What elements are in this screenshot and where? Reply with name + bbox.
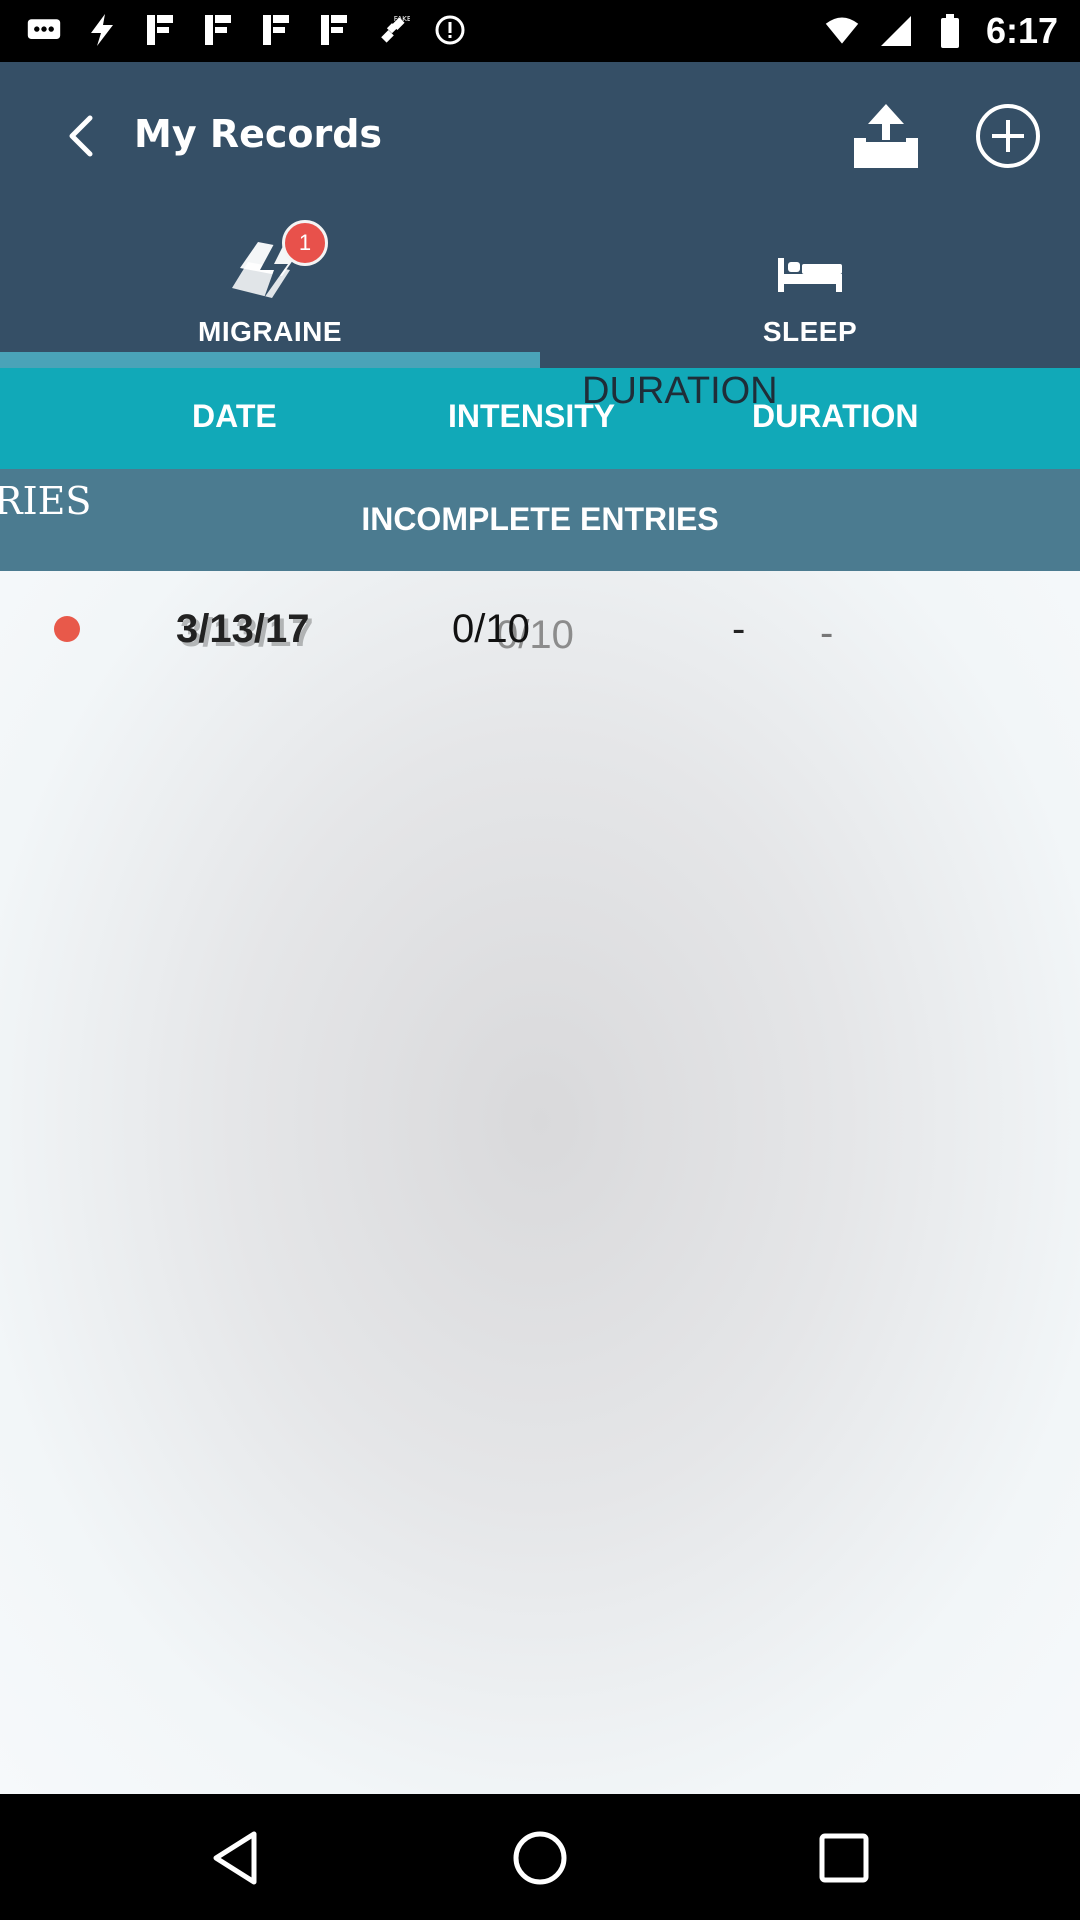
chevron-left-icon xyxy=(69,115,93,157)
app-bar: My Records xyxy=(0,62,1080,210)
chat-icon xyxy=(26,12,62,48)
list-item[interactable]: 3/13/17 3/13/17 0/10 0/10 - - xyxy=(0,571,1080,691)
add-circle-icon xyxy=(976,104,1040,168)
flash-icon xyxy=(84,12,120,48)
column-date[interactable]: DATE xyxy=(192,398,277,435)
clock: 6:17 xyxy=(985,10,1058,51)
tab-migraine-label: MIGRAINE xyxy=(198,316,342,347)
battery-icon xyxy=(932,13,968,49)
notification-icon xyxy=(142,12,178,48)
svg-text:FAKE: FAKE xyxy=(394,14,410,23)
notification-icon xyxy=(200,12,236,48)
nav-back-button[interactable] xyxy=(208,1828,268,1888)
square-recents-icon xyxy=(819,1833,869,1883)
entry-intensity: 0/10 xyxy=(452,607,530,651)
category-tabs: 1 MIGRAINE SLEEP xyxy=(0,210,1080,368)
section-header: RIES INCOMPLETE ENTRIES xyxy=(0,469,1080,571)
entry-date: 3/13/17 xyxy=(176,607,310,651)
export-button[interactable] xyxy=(848,98,924,174)
notification-icon xyxy=(258,12,294,48)
page-title: My Records xyxy=(134,112,383,156)
status-bar: FAKE 6:17 xyxy=(0,0,1080,62)
notification-badge: 1 xyxy=(282,220,328,266)
tab-selected-indicator xyxy=(0,352,540,368)
signal-icon xyxy=(878,13,914,49)
back-button[interactable] xyxy=(58,110,106,162)
circle-home-icon xyxy=(513,1831,567,1885)
notification-icons: FAKE xyxy=(26,12,468,48)
add-record-button[interactable] xyxy=(970,98,1046,174)
wifi-icon xyxy=(824,13,860,49)
records-list: 3/13/17 3/13/17 0/10 0/10 - - xyxy=(0,571,1080,1794)
entry-duration: - xyxy=(732,607,746,651)
column-header-row: DATE INTENSITY DURATION xyxy=(0,368,1080,469)
tab-sleep[interactable]: SLEEP xyxy=(540,210,1080,368)
entry-extra: - xyxy=(820,611,834,655)
nav-home-button[interactable] xyxy=(510,1828,570,1888)
incomplete-status-dot xyxy=(54,616,80,642)
fake-gps-icon: FAKE xyxy=(374,12,410,48)
nav-recents-button[interactable] xyxy=(814,1828,874,1888)
triangle-back-icon xyxy=(213,1831,257,1885)
info-icon xyxy=(432,12,468,48)
overlapping-duration-label: DURATION xyxy=(582,370,778,412)
notification-icon xyxy=(316,12,352,48)
navigation-bar xyxy=(0,1794,1080,1920)
export-icon xyxy=(854,104,918,168)
bed-icon xyxy=(778,258,842,292)
section-title: INCOMPLETE ENTRIES xyxy=(361,501,719,537)
tab-sleep-label: SLEEP xyxy=(762,316,858,347)
tab-migraine[interactable]: 1 MIGRAINE xyxy=(0,210,540,368)
